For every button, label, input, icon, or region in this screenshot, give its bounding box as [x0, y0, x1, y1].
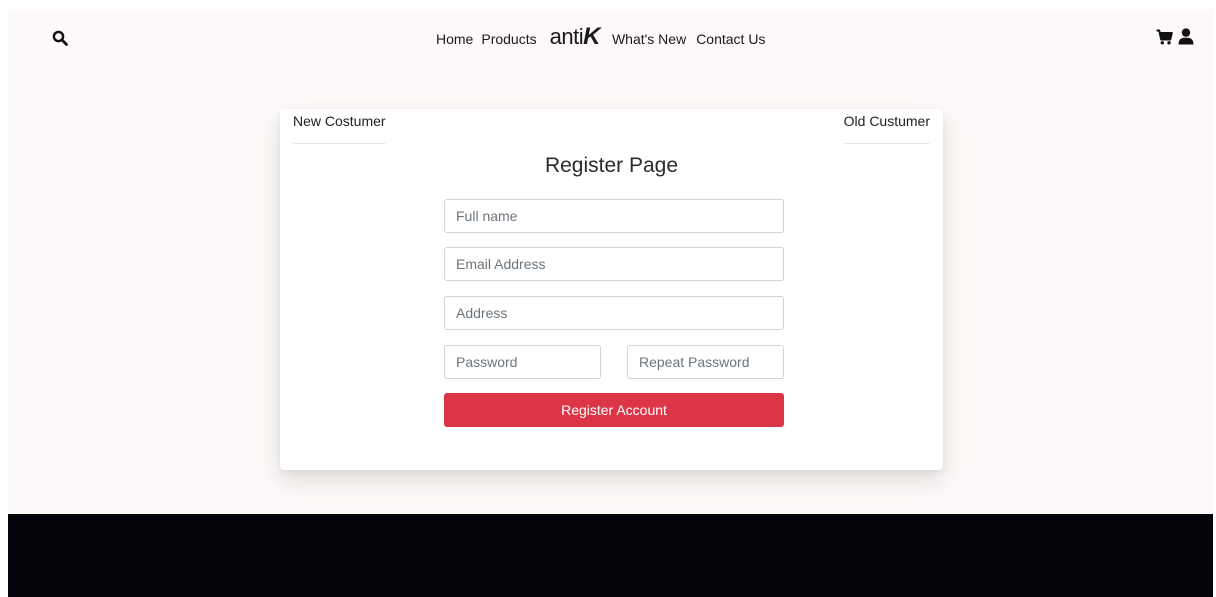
- password-input[interactable]: [444, 345, 601, 379]
- user-icon[interactable]: [1178, 28, 1194, 45]
- nav-products-link[interactable]: Products: [481, 31, 536, 47]
- email-input[interactable]: [444, 247, 784, 281]
- tab-new-customer[interactable]: New Costumer: [293, 113, 386, 144]
- cart-icon[interactable]: [1156, 29, 1173, 45]
- address-input[interactable]: [444, 296, 784, 330]
- page-title: Register Page: [544, 154, 679, 177]
- logo-suffix: K: [583, 23, 600, 50]
- logo-prefix: anti: [549, 24, 584, 49]
- repeat-password-input[interactable]: [627, 345, 784, 379]
- search-icon[interactable]: [52, 30, 68, 46]
- register-card: New Costumer Old Custumer Register Page …: [280, 109, 943, 470]
- nav-home-link[interactable]: Home: [436, 31, 473, 47]
- full-name-input[interactable]: [444, 199, 784, 233]
- nav-whats-new-link[interactable]: What's New: [612, 31, 686, 47]
- register-account-button[interactable]: Register Account: [444, 393, 784, 427]
- brand-logo[interactable]: antiK: [549, 23, 601, 50]
- tab-old-customer[interactable]: Old Custumer: [843, 113, 930, 144]
- footer: [8, 514, 1213, 597]
- nav-contact-link[interactable]: Contact Us: [696, 31, 765, 47]
- main-nav: Home Products antiK What's New Contact U…: [436, 23, 765, 52]
